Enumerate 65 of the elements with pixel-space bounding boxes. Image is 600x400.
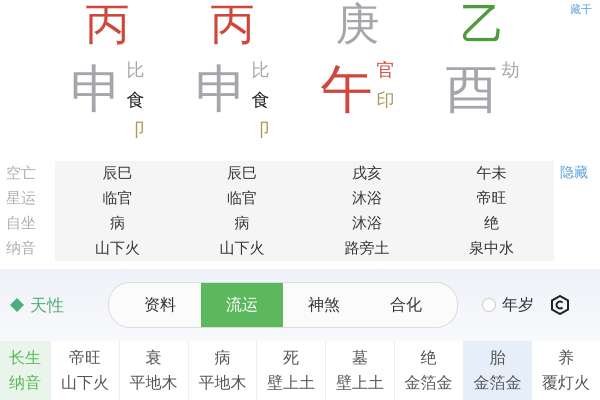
settings-icon[interactable] (550, 295, 570, 315)
radio-label: 年岁 (502, 294, 534, 316)
row-label: 空亡 (5, 163, 37, 184)
ten-god-label: 食 (126, 89, 144, 113)
table-cell-text: 帝旺 (476, 188, 508, 209)
cycle-text: 壁上土 (336, 372, 384, 394)
table-cell-text: 沐浴 (350, 188, 383, 209)
heavenly-stem: 乙 (460, 1, 504, 49)
cycle-text: 病 (214, 347, 230, 369)
row-label: 自坐 (5, 213, 37, 234)
table-cell-text: 辰巳 (226, 163, 258, 184)
tab[interactable]: 神煞 (283, 283, 365, 327)
cycle-text: 平地木 (198, 372, 246, 394)
heavenly-stem: 丙 (86, 1, 130, 49)
cycle-text: 死 (283, 347, 300, 369)
table-cell-text: 泉中水 (468, 238, 516, 259)
earthly-branch: 酉 (446, 60, 498, 120)
cycle-text: 墓 (352, 347, 368, 369)
cycle-text: 覆灯火 (542, 372, 590, 394)
ten-god-label: 比 (126, 59, 144, 83)
table-cell-text: 临官 (226, 188, 258, 209)
ten-god-label: 比 (252, 59, 270, 83)
table-cell-text: 临官 (101, 188, 134, 209)
table-cell-text: 病 (108, 213, 126, 234)
cycle-text: 金箔金 (404, 372, 453, 394)
cycle-text: 山下火 (60, 372, 109, 394)
cycle-text: 帝旺 (68, 347, 101, 369)
earthly-branch: 午 (320, 60, 372, 120)
cycle-text: 平地木 (130, 372, 178, 394)
heavenly-stem: 庚 (336, 1, 380, 49)
tab[interactable]: 资料 (119, 283, 201, 327)
table-cell-text: 戌亥 (350, 163, 383, 184)
table-cell-text: 病 (234, 213, 251, 234)
row-label: 长生 (9, 347, 41, 369)
ten-god-label: 食 (252, 89, 270, 113)
earthly-branch: 申 (70, 60, 122, 122)
table-cell-text: 绝 (483, 213, 500, 234)
table-cell-text: 路旁土 (343, 238, 390, 259)
table-cell-text: 辰巳 (101, 163, 134, 184)
cycle-column[interactable]: 胎 金箔金 (462, 341, 532, 400)
cycle-text: 胎 (489, 347, 506, 369)
ten-god-label: 劫 (502, 59, 520, 83)
cycle-text: 壁上土 (267, 372, 316, 394)
ten-god-label: 卩 (126, 119, 144, 143)
cycle-text: 衰 (146, 347, 162, 369)
table-cell-text: 山下火 (218, 238, 266, 259)
row-label: 星运 (5, 188, 37, 209)
cycle-text: 养 (558, 347, 574, 369)
ten-god-label: 官 (376, 59, 394, 83)
table-cell-text: 午未 (476, 163, 508, 184)
table-cell-text: 山下火 (94, 238, 141, 259)
cycle-text: 金箔金 (473, 372, 522, 394)
row-label: 纳音 (9, 372, 41, 394)
ten-god-label: 卩 (252, 119, 270, 143)
tab[interactable]: 合化 (365, 283, 447, 327)
diamond-icon (10, 298, 24, 312)
table-cell-text: 沐浴 (350, 213, 383, 234)
radio-button[interactable] (482, 298, 496, 312)
row-label: 纳音 (5, 238, 37, 259)
cycle-text: 绝 (420, 347, 437, 369)
heavenly-stem: 丙 (210, 1, 254, 49)
cycle-column[interactable]: 病 平地木 (188, 341, 256, 400)
earthly-branch: 申 (196, 60, 248, 122)
section-title: 天性 (30, 294, 64, 316)
ten-god-label: 印 (376, 89, 394, 113)
